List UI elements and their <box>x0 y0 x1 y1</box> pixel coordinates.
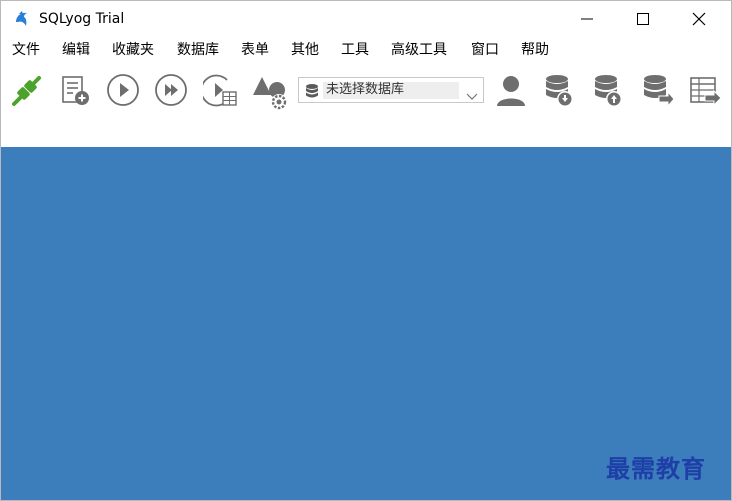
execute-all-icon <box>155 74 187 106</box>
connect-icon <box>12 76 41 106</box>
restore-database-button[interactable] <box>592 70 626 110</box>
toolbar: 未选择数据库 <box>1 65 731 121</box>
execute-all-button[interactable] <box>154 70 188 110</box>
close-button[interactable] <box>676 1 722 37</box>
maximize-icon <box>637 13 649 25</box>
database-icon <box>304 83 320 103</box>
connect-button[interactable] <box>9 70 43 110</box>
menu-other[interactable]: 其他 <box>291 40 319 60</box>
menu-help[interactable]: 帮助 <box>521 40 549 60</box>
menu-database[interactable]: 数据库 <box>177 40 219 60</box>
menu-favorites[interactable]: 收藏夹 <box>112 40 154 60</box>
user-manager-button[interactable] <box>494 70 528 110</box>
execute-query-icon <box>107 74 139 106</box>
copy-database-icon <box>644 75 675 108</box>
execute-query-grid-icon <box>203 74 237 107</box>
backup-database-button[interactable] <box>543 70 577 110</box>
menu-edit[interactable]: 编辑 <box>62 40 90 60</box>
minimize-button[interactable] <box>564 1 610 37</box>
main-workspace[interactable] <box>1 147 731 500</box>
copy-database-button[interactable] <box>641 70 675 110</box>
menu-advanced-tools[interactable]: 高级工具 <box>391 40 447 60</box>
window-title: SQLyog Trial <box>39 11 125 27</box>
database-select-value: 未选择数据库 <box>326 82 405 97</box>
close-icon <box>692 12 706 26</box>
app-window: SQLyog Trial 文件 编辑 收藏夹 数据库 表单 其他 工具 高级工具… <box>0 0 732 501</box>
title-bar[interactable]: SQLyog Trial <box>1 1 731 37</box>
menu-table[interactable]: 表单 <box>241 40 269 60</box>
import-table-icon <box>690 77 722 107</box>
user-manager-icon <box>497 76 525 106</box>
watermark-text: 最需教育 <box>606 454 706 483</box>
restore-database-icon <box>595 75 622 107</box>
execute-query-button[interactable] <box>106 70 140 110</box>
schema-designer-icon <box>253 77 287 110</box>
menu-tools[interactable]: 工具 <box>341 40 369 60</box>
menu-window[interactable]: 窗口 <box>471 40 499 60</box>
new-query-button[interactable] <box>60 70 94 110</box>
schema-designer-button[interactable] <box>251 70 287 110</box>
menu-file[interactable]: 文件 <box>12 40 40 60</box>
backup-database-icon <box>546 75 573 107</box>
minimize-icon <box>581 18 593 20</box>
chevron-down-icon <box>466 86 478 105</box>
execute-query-grid-button[interactable] <box>203 70 237 110</box>
maximize-button[interactable] <box>620 1 666 37</box>
menu-bar: 文件 编辑 收藏夹 数据库 表单 其他 工具 高级工具 窗口 帮助 <box>1 37 731 63</box>
new-query-icon <box>62 76 89 105</box>
import-table-button[interactable] <box>689 70 723 110</box>
database-select[interactable]: 未选择数据库 <box>298 77 484 103</box>
sqlyog-dolphin-icon <box>12 9 32 29</box>
